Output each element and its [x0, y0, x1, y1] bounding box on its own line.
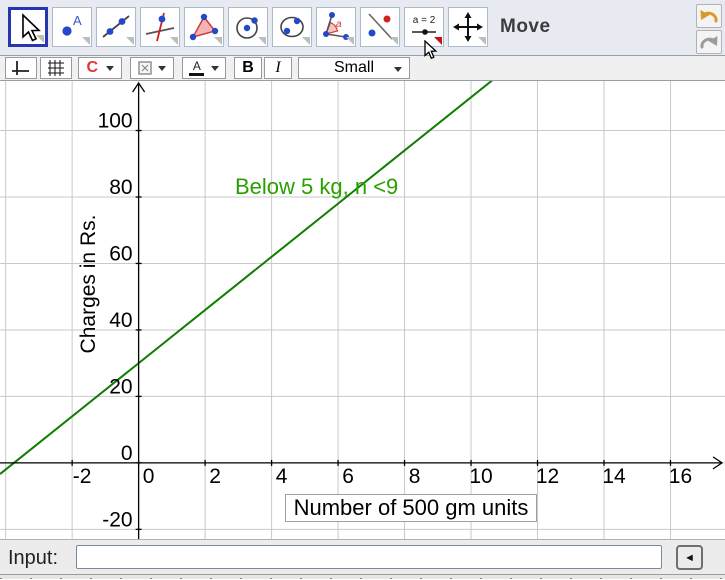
- svg-text:6: 6: [342, 465, 354, 488]
- conic-tool-button[interactable]: [272, 7, 312, 47]
- perpendicular-tool-button[interactable]: [140, 7, 180, 47]
- object-color-button[interactable]: [130, 57, 174, 79]
- text-color-button[interactable]: A: [182, 57, 226, 79]
- grid-icon: [47, 59, 65, 77]
- svg-text:A: A: [73, 13, 82, 28]
- chevron-down-icon: [394, 67, 402, 72]
- chevron-down-icon: [211, 66, 219, 71]
- svg-text:40: 40: [109, 309, 132, 332]
- dropdown-corner-icon[interactable]: [214, 37, 222, 45]
- x-axis-title-box[interactable]: Number of 500 gm units: [285, 494, 537, 522]
- redo-button[interactable]: [696, 30, 722, 54]
- style-bar: C A B I Small: [0, 56, 725, 81]
- svg-text:60: 60: [109, 242, 132, 265]
- move-view-tool-button[interactable]: [448, 7, 488, 47]
- graph-canvas[interactable]: -20246810121416-20020406080100: [0, 81, 725, 539]
- svg-text:14: 14: [602, 465, 626, 488]
- dropdown-corner-icon[interactable]: [36, 35, 44, 43]
- svg-text:-20: -20: [102, 508, 132, 531]
- bold-button[interactable]: B: [234, 57, 262, 79]
- dropdown-corner-icon[interactable]: [390, 37, 398, 45]
- slider-tool-button[interactable]: a = 2: [404, 7, 444, 47]
- input-help-toggle-button[interactable]: ◄: [676, 545, 703, 570]
- svg-text:100: 100: [98, 110, 133, 133]
- reflection-tool-button[interactable]: [360, 7, 400, 47]
- tool-buttons: A: [8, 7, 492, 47]
- dropdown-corner-icon[interactable]: [82, 37, 90, 45]
- svg-text:2: 2: [209, 465, 221, 488]
- chevron-down-icon: [158, 66, 166, 71]
- chevron-down-icon: [106, 66, 114, 71]
- polygon-tool-button[interactable]: [184, 7, 224, 47]
- move-tool-button[interactable]: [8, 7, 48, 47]
- svg-text:10: 10: [469, 465, 492, 488]
- svg-text:16: 16: [669, 465, 692, 488]
- font-size-value: Small: [334, 59, 374, 77]
- cutoff-bottom-strip: [0, 574, 725, 579]
- slider-icon-label: a = 2: [413, 15, 436, 26]
- svg-text:a: a: [336, 19, 342, 30]
- input-label: Input:: [8, 547, 58, 570]
- text-color-icon: A: [189, 60, 204, 76]
- dropdown-corner-icon[interactable]: [478, 37, 486, 45]
- grid-toggle-button[interactable]: [40, 57, 72, 79]
- graphics-view[interactable]: -20246810121416-20020406080100 Below 5 k…: [0, 81, 725, 539]
- dropdown-corner-icon[interactable]: [170, 37, 178, 45]
- redo-arrow-icon: [699, 34, 719, 51]
- input-bar: Input: ◄: [0, 539, 725, 574]
- line-tool-button[interactable]: [96, 7, 136, 47]
- svg-text:8: 8: [409, 465, 421, 488]
- svg-text:0: 0: [121, 442, 133, 465]
- current-mode-label: Move: [500, 16, 551, 38]
- point-tool-button[interactable]: A: [52, 7, 92, 47]
- svg-text:20: 20: [109, 375, 132, 398]
- dropdown-corner-icon[interactable]: [434, 37, 442, 45]
- boxed-x-icon: [138, 61, 152, 75]
- undo-arrow-icon: [699, 8, 719, 25]
- capture-icon: C: [86, 60, 98, 76]
- left-triangle-icon: ◄: [684, 552, 695, 564]
- italic-button[interactable]: I: [264, 57, 292, 79]
- dropdown-corner-icon[interactable]: [346, 37, 354, 45]
- svg-text:-2: -2: [73, 465, 92, 488]
- svg-text:0: 0: [143, 465, 155, 488]
- axes-icon: [11, 59, 31, 77]
- svg-text:4: 4: [276, 465, 288, 488]
- dropdown-corner-icon[interactable]: [258, 37, 266, 45]
- undo-redo-group: [696, 4, 722, 56]
- geogebra-window: A: [0, 0, 725, 580]
- svg-text:12: 12: [536, 465, 559, 488]
- point-capturing-button[interactable]: C: [78, 57, 122, 79]
- dropdown-corner-icon[interactable]: [126, 37, 134, 45]
- font-size-select[interactable]: Small: [298, 57, 410, 79]
- graph-annotation-text[interactable]: Below 5 kg, n <9: [235, 174, 398, 200]
- circle-tool-button[interactable]: [228, 7, 268, 47]
- main-toolbar: A: [0, 0, 725, 56]
- dropdown-corner-icon[interactable]: [302, 37, 310, 45]
- undo-button[interactable]: [696, 4, 722, 28]
- y-axis-title[interactable]: Charges in Rs.: [77, 215, 101, 354]
- algebra-input-field[interactable]: [76, 545, 662, 569]
- axes-toggle-button[interactable]: [5, 57, 37, 79]
- angle-tool-button[interactable]: a: [316, 7, 356, 47]
- svg-text:80: 80: [109, 176, 132, 199]
